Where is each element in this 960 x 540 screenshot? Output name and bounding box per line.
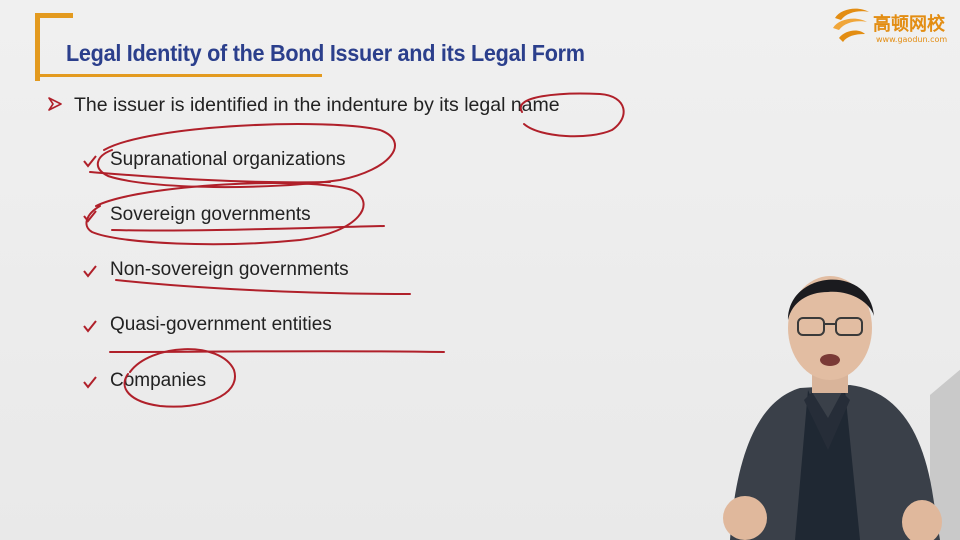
lecture-slide: Legal Identity of the Bond Issuer and it… bbox=[0, 0, 960, 540]
check-icon bbox=[83, 265, 97, 278]
title-underline bbox=[40, 74, 322, 77]
gaodun-logo-icon bbox=[833, 8, 869, 42]
check-icon bbox=[83, 376, 97, 389]
list-item-label: Non-sovereign governments bbox=[110, 259, 349, 280]
gaodun-logo: 高顿网校 www.gaodun.com bbox=[829, 4, 955, 48]
list-item-label: Companies bbox=[110, 370, 207, 391]
ink-stroke-quasi-under bbox=[109, 350, 445, 353]
ink-stroke-nonsovereign-under bbox=[115, 279, 411, 295]
list-item-label: Sovereign governments bbox=[110, 204, 311, 225]
presenter-video bbox=[723, 276, 960, 540]
logo-url: www.gaodun.com bbox=[876, 35, 948, 44]
main-bullet-text: The issuer is identified in the indentur… bbox=[74, 94, 560, 116]
logo-name: 高顿网校 bbox=[873, 14, 945, 35]
ink-stroke-supranational-under bbox=[89, 171, 331, 184]
check-icon bbox=[83, 210, 97, 223]
title-frame-top bbox=[35, 13, 73, 18]
list-item-label: Quasi-government entities bbox=[110, 314, 332, 335]
arrow-bullet-icon bbox=[48, 97, 62, 111]
title-frame-left bbox=[35, 13, 40, 81]
ink-stroke-sovereign-under bbox=[111, 225, 385, 232]
check-icon bbox=[83, 155, 97, 168]
list-item-label: Supranational organizations bbox=[110, 149, 346, 170]
check-icon bbox=[83, 320, 97, 333]
slide-title: Legal Identity of the Bond Issuer and it… bbox=[66, 40, 585, 66]
